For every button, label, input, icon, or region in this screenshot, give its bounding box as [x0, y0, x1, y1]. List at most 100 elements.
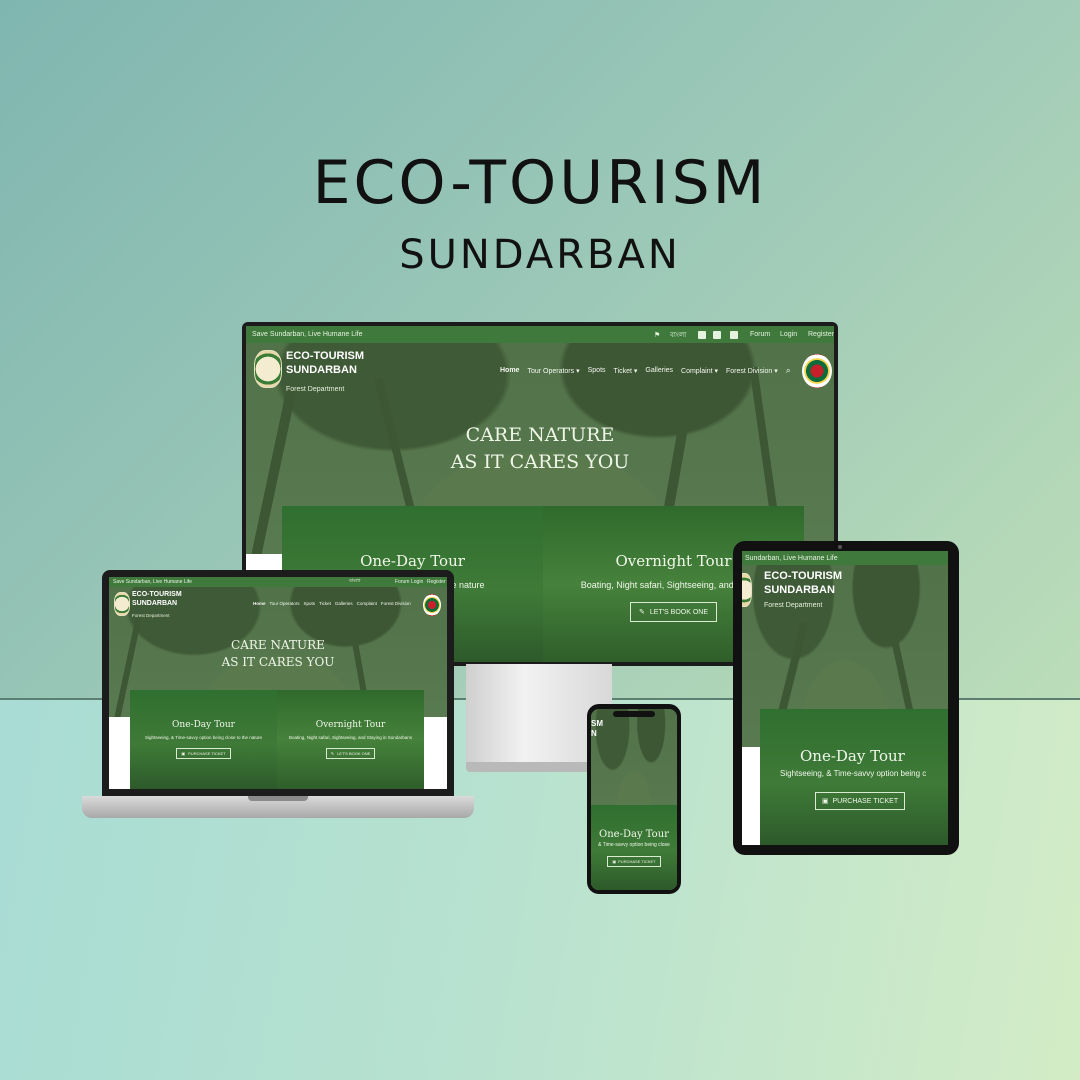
nav-tour-operators-label: Tour Operators — [527, 367, 575, 375]
laptop-screen: Save Sundarban, Live Humane Life বাংলা F… — [109, 577, 447, 789]
purchase-ticket-button[interactable]: ▣ PURCHASE TICKET — [176, 748, 231, 759]
brand-line-1: ECO-TOURISM — [132, 591, 182, 598]
purchase-ticket-button[interactable]: ▣ PURCHASE TICKET — [814, 792, 906, 810]
nav-tour-operators[interactable]: Tour Operators ▾ — [527, 367, 579, 375]
top-bar: Save Sundarban, Live Humane Life বাংলা F… — [109, 577, 447, 587]
hero-line-2: AS IT CARES YOU — [221, 654, 335, 669]
overnight-tour-card: Overnight Tour Boating, Night safari, Si… — [277, 690, 424, 789]
brand-line-2: SUNDARBAN — [286, 363, 357, 376]
tagline: Save Sundarban, Live Humane Life — [113, 579, 192, 585]
brand-line-2: SUNDARBAN — [764, 583, 835, 596]
language-link[interactable]: বাংলা — [670, 329, 686, 341]
card-title: One-Day Tour — [800, 747, 905, 765]
site-brand[interactable]: ECO-TOURISM SUNDARBAN — [132, 591, 182, 609]
youtube-icon[interactable] — [730, 330, 738, 339]
tour-cards: One-Day Tour Sightseeing, & Time-savvy o… — [760, 709, 948, 845]
tablet-camera — [838, 545, 842, 549]
page-title: ECO-TOURISM — [312, 148, 768, 218]
one-day-tour-card: One-Day Tour Sightseeing, & Time-savvy o… — [130, 690, 277, 789]
twitter-icon[interactable] — [713, 330, 721, 339]
nav-forest-division[interactable]: Forest Division — [381, 601, 411, 606]
brand-line-2: SUNDARBAN — [132, 599, 178, 607]
brand-line-1: ECO-TOURISM — [764, 570, 843, 582]
language-link[interactable]: বাংলা — [349, 578, 361, 586]
nav-ticket[interactable]: Ticket ▾ — [614, 367, 638, 375]
phone-notch — [613, 711, 655, 717]
brand-subtitle: Forest Department — [286, 386, 345, 393]
brand-line-2: N — [591, 729, 597, 738]
login-link[interactable]: Login — [411, 579, 423, 585]
forest-department-logo[interactable] — [742, 573, 752, 607]
register-link[interactable]: Register — [427, 579, 446, 585]
card-description: Sightseeing, & Time-savvy option being c… — [144, 735, 263, 740]
ticket-icon: ▣ — [181, 751, 186, 756]
hero-heading: CARE NATURE AS IT CARES YOU — [109, 637, 447, 671]
nav-galleries[interactable]: Galleries — [645, 367, 673, 374]
government-emblem[interactable] — [802, 354, 832, 388]
flag-icon[interactable]: ⚑ — [654, 331, 660, 339]
nav-ticket[interactable]: Ticket — [319, 601, 331, 606]
hero-heading: CARE NATURE AS IT CARES YOU — [246, 422, 834, 475]
nav-ticket-label: Ticket — [613, 367, 632, 375]
hero-line-2: AS IT CARES YOU — [450, 450, 630, 473]
phone-screen: SM N One-Day Tour & Time-savvy option be… — [591, 709, 677, 890]
facebook-icon[interactable] — [698, 330, 706, 339]
card-description: Boating, Night safari, Sightseeing, and … — [288, 735, 413, 740]
laptop-notch — [248, 796, 308, 801]
site-brand[interactable]: ECO-TOURISM SUNDARBAN — [764, 570, 842, 598]
nav-forest-division-label: Forest Division — [726, 367, 773, 375]
purchase-ticket-label: PURCHASE TICKET — [188, 751, 226, 756]
card-title: One-Day Tour — [360, 552, 465, 570]
card-title: One-Day Tour — [599, 829, 669, 840]
nav-complaint-label: Complaint — [681, 367, 713, 375]
ticket-icon: ▣ — [612, 859, 617, 864]
nav-galleries[interactable]: Galleries — [335, 601, 353, 606]
hero-line-1: CARE NATURE — [231, 638, 325, 652]
pen-icon: ✎ — [638, 609, 645, 616]
forum-link[interactable]: Forum — [395, 579, 409, 585]
register-link[interactable]: Register — [808, 331, 834, 338]
brand-subtitle: Forest Department — [132, 613, 170, 618]
brand-line-1: ECO-TOURISM — [286, 350, 365, 362]
page-subtitle: SUNDARBAN — [399, 232, 681, 278]
site-brand[interactable]: ECO-TOURISM SUNDARBAN — [286, 350, 364, 378]
one-day-tour-card: One-Day Tour & Time-savvy option being c… — [591, 805, 677, 890]
pen-icon: ✎ — [330, 751, 335, 756]
government-emblem[interactable] — [423, 594, 441, 616]
nav-spots[interactable]: Spots — [304, 601, 316, 606]
top-bar: Save Sundarban, Live Humane Life ⚑ বাংলা… — [246, 326, 834, 343]
tablet-screen: Sundarban, Live Humane Life ECO-TOURISM … — [742, 551, 948, 845]
forum-link[interactable]: Forum — [750, 331, 770, 338]
card-title: Overnight Tour — [315, 720, 386, 730]
purchase-ticket-label: PURCHASE TICKET — [618, 859, 656, 864]
card-description: & Time-savvy option being close — [598, 842, 670, 848]
nav-forest-division[interactable]: Forest Division ▾ — [726, 367, 778, 375]
book-button[interactable]: ✎ LET'S BOOK ONE — [325, 748, 376, 759]
brand-line-1: SM — [591, 719, 603, 728]
brand-subtitle: Forest Department — [764, 602, 823, 609]
tour-cards: One-Day Tour & Time-savvy option being c… — [591, 805, 677, 890]
login-link[interactable]: Login — [780, 331, 797, 338]
nav-tour-operators[interactable]: Tour Operators — [270, 601, 300, 606]
purchase-ticket-button[interactable]: ▣ PURCHASE TICKET — [607, 856, 661, 867]
forest-department-logo[interactable] — [254, 350, 282, 388]
search-icon[interactable]: ⌕ — [786, 365, 791, 376]
nav-home[interactable]: Home — [253, 601, 266, 606]
main-nav: Home Tour Operators ▾ Spots Ticket ▾ Gal… — [500, 365, 791, 376]
site-brand[interactable]: SM N — [591, 719, 603, 739]
nav-spots[interactable]: Spots — [588, 367, 606, 374]
nav-home[interactable]: Home — [500, 367, 519, 374]
tagline: Sundarban, Live Humane Life — [745, 554, 838, 562]
book-button[interactable]: ✎ LET'S BOOK ONE — [629, 602, 717, 622]
tagline: Save Sundarban, Live Humane Life — [252, 331, 363, 338]
book-button-label: LET'S BOOK ONE — [649, 608, 708, 616]
purchase-ticket-label: PURCHASE TICKET — [832, 797, 899, 805]
main-nav: Home Tour Operators Spots Ticket Galleri… — [253, 601, 411, 606]
forest-department-logo[interactable] — [114, 592, 130, 616]
nav-complaint[interactable]: Complaint ▾ — [681, 367, 718, 375]
card-description: Sightseeing, & Time-savvy option being c — [780, 769, 927, 778]
ticket-icon: ▣ — [821, 798, 829, 805]
one-day-tour-card: One-Day Tour Sightseeing, & Time-savvy o… — [760, 709, 948, 845]
top-bar: Sundarban, Live Humane Life — [742, 551, 948, 565]
nav-complaint[interactable]: Complaint — [357, 601, 377, 606]
